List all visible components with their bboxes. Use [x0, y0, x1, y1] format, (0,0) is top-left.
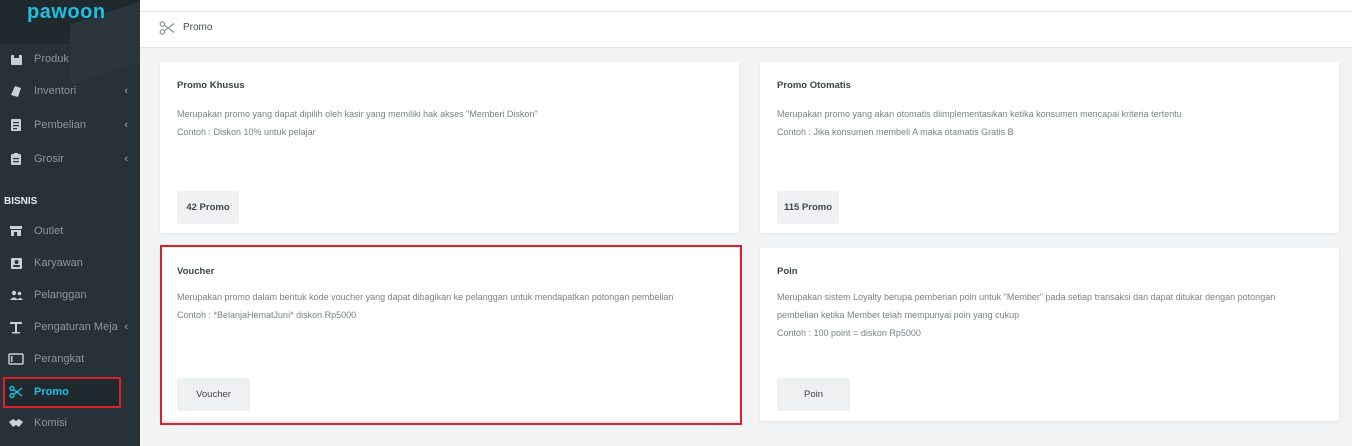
chevron-left-icon: ‹ — [124, 119, 128, 131]
card-title: Voucher — [177, 266, 215, 277]
sidebar-item-pelanggan[interactable]: Pelanggan — [0, 280, 140, 310]
section-label-bisnis: BISNIS — [4, 196, 38, 207]
card-example: Contoh : Diskon 10% untuk pelajar — [177, 127, 316, 137]
sidebar-item-pengaturan-meja[interactable]: Pengaturan Meja ‹ — [0, 312, 140, 342]
top-bar — [140, 0, 1352, 12]
voucher-button[interactable]: Voucher — [177, 378, 250, 411]
box-icon — [8, 51, 24, 67]
card-example: Contoh : 100 point = diskon Rp5000 — [777, 328, 921, 338]
table-icon — [8, 319, 24, 335]
scissors-icon — [8, 384, 24, 400]
sidebar-item-label: Pembelian — [34, 119, 86, 131]
card-description: Merupakan promo yang akan otomatis diimp… — [777, 105, 1337, 141]
card-title: Poin — [777, 266, 798, 277]
card-desc-line: Merupakan sistem Loyalty berupa pemberia… — [777, 292, 1276, 302]
promo-khusus-count-button[interactable]: 42 Promo — [177, 191, 239, 224]
card-description: Merupakan promo yang dapat dipilih oleh … — [177, 105, 737, 141]
store-icon — [8, 223, 24, 239]
chevron-left-icon: ‹ — [124, 85, 128, 97]
sidebar-item-label: Karyawan — [34, 257, 83, 269]
breadcrumb: Promo — [140, 12, 1352, 48]
card-poin: Poin Merupakan sistem Loyalty berupa pem… — [760, 248, 1339, 421]
sidebar-item-label: Produk — [34, 53, 69, 65]
card-desc-line: Merupakan promo yang dapat dipilih oleh … — [177, 109, 538, 119]
sidebar-item-grosir[interactable]: Grosir ‹ — [0, 144, 140, 174]
card-desc-line: Merupakan promo yang akan otomatis diimp… — [777, 109, 1182, 119]
inventory-icon — [8, 83, 24, 99]
sidebar-item-karyawan[interactable]: Karyawan — [0, 248, 140, 278]
sidebar-item-label: Inventori — [34, 85, 77, 97]
promo-otomatis-count-button[interactable]: 115 Promo — [777, 191, 839, 224]
sidebar-item-pembelian[interactable]: Pembelian ‹ — [0, 110, 140, 140]
card-example: Contoh : *BelanjaHematJuni* diskon Rp500… — [177, 310, 357, 320]
card-desc-line: Merupakan promo dalam bentuk kode vouche… — [177, 292, 674, 302]
card-voucher: Voucher Merupakan promo dalam bentuk kod… — [160, 248, 739, 421]
card-title: Promo Khusus — [177, 80, 245, 91]
sidebar-item-perangkat[interactable]: Perangkat — [0, 344, 140, 374]
logo-area: pawoon — [0, 0, 140, 44]
person-card-icon — [8, 255, 24, 271]
sidebar-item-label: Perangkat — [34, 353, 85, 365]
card-description: Merupakan promo dalam bentuk kode vouche… — [177, 288, 737, 324]
sidebar-item-label: Grosir — [34, 153, 64, 165]
poin-button[interactable]: Poin — [777, 378, 850, 411]
sidebar-item-label: Komisi — [34, 417, 68, 429]
sidebar-item-outlet[interactable]: Outlet — [0, 216, 140, 246]
card-example: Contoh : Jika konsumen membeli A maka ot… — [777, 127, 1014, 137]
sidebar-item-komisi[interactable]: Komisi — [0, 408, 140, 438]
sidebar-item-label: Outlet — [34, 225, 64, 237]
sidebar-item-inventori[interactable]: Inventori ‹ — [0, 76, 140, 106]
document-icon — [8, 117, 24, 133]
sidebar-item-promo[interactable]: Promo — [0, 377, 140, 407]
card-desc-line: pembelian ketika Member telah mempunyai … — [777, 310, 1020, 320]
breadcrumb-label: Promo — [183, 22, 213, 33]
sidebar: pawoon Produk Inventori ‹ Pembelian ‹ Gr… — [0, 0, 140, 446]
sidebar-item-label: Pelanggan — [34, 289, 87, 301]
scissors-icon — [159, 20, 175, 36]
sidebar-item-produk[interactable]: Produk — [0, 44, 140, 74]
handshake-icon — [8, 415, 24, 431]
card-title: Promo Otomatis — [777, 80, 851, 91]
card-promo-otomatis: Promo Otomatis Merupakan promo yang akan… — [760, 62, 1339, 233]
people-icon — [8, 287, 24, 303]
app-logo[interactable]: pawoon — [27, 1, 106, 24]
sidebar-item-label: Promo — [34, 386, 69, 398]
clipboard-icon — [8, 151, 24, 167]
device-icon — [8, 351, 24, 367]
chevron-left-icon: ‹ — [124, 153, 128, 165]
card-promo-khusus: Promo Khusus Merupakan promo yang dapat … — [160, 62, 739, 233]
sidebar-item-label: Pengaturan Meja — [34, 321, 118, 333]
chevron-left-icon: ‹ — [124, 321, 128, 333]
card-description: Merupakan sistem Loyalty berupa pemberia… — [777, 288, 1337, 342]
